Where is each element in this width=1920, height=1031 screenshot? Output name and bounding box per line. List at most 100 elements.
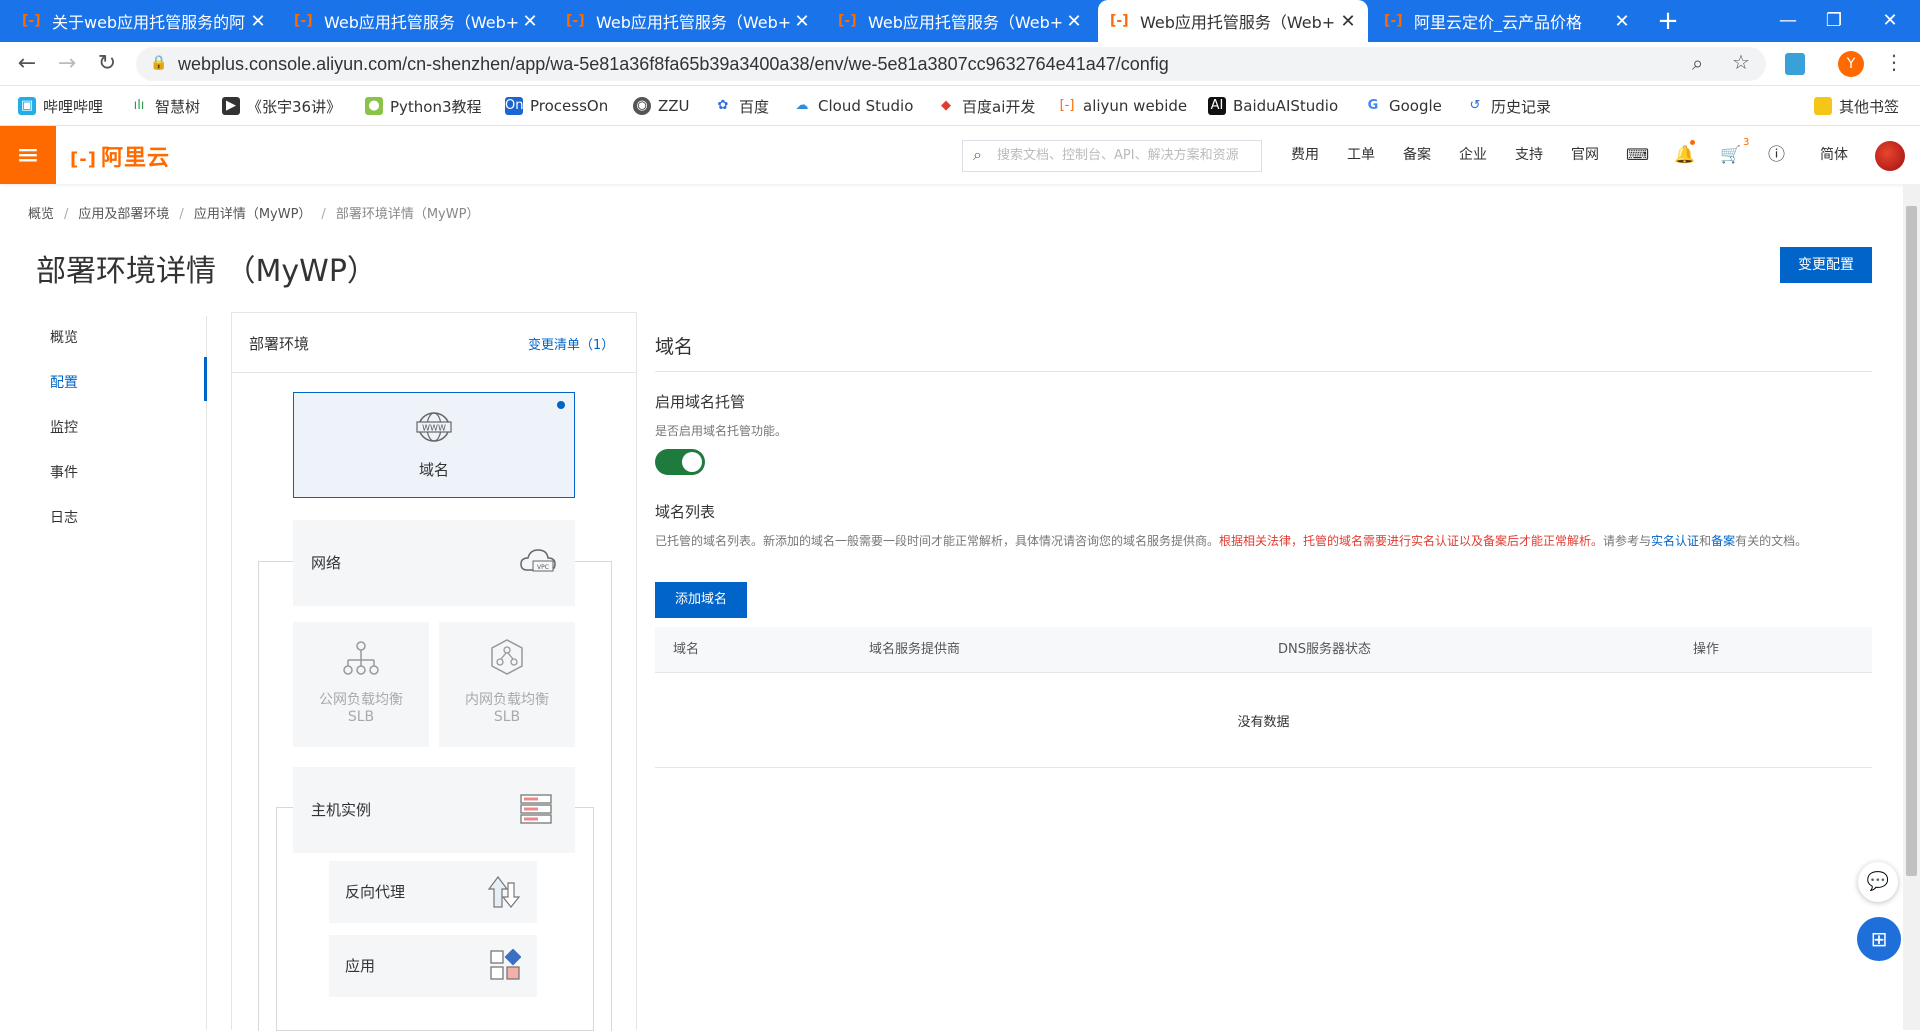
processon-icon: On [505,97,524,115]
proxy-arrows-icon [487,876,521,908]
nav-official-site[interactable]: 官网 [1571,126,1599,184]
browser-tab[interactable]: [-] Web应用托管服务（Web+） ✕ [826,0,1094,42]
restore-icon[interactable]: ❐ [1810,0,1858,42]
change-config-button[interactable]: 变更配置 [1780,247,1872,283]
nav-icp[interactable]: 备案 [1403,126,1431,184]
tab-title: Web应用托管服务（Web+） [596,13,790,32]
bookmark-item[interactable]: [-] aliyun webide [1058,86,1187,126]
back-arrow-icon[interactable]: ← [14,51,40,77]
search-input[interactable]: ⌕ 搜索文档、控制台、API、解决方案和资源 [962,140,1262,172]
domain-section-title: 域名 [655,336,694,358]
menu-item-logs[interactable]: 日志 [50,507,78,527]
menu-item-overview[interactable]: 概览 [50,327,78,347]
private-slb-sub: SLB [493,709,521,725]
apps-grid-icon[interactable]: ⊞ [1857,917,1901,961]
tab-title: 关于web应用托管服务的阿里 [52,13,246,32]
bookmark-item[interactable]: ▶ 《张宇36讲》 [222,86,341,126]
public-slb-card[interactable]: 公网负载均衡 SLB [293,622,429,747]
help-icon[interactable]: ⓘ [1768,126,1785,184]
close-tab-icon[interactable]: ✕ [246,11,270,32]
host-instance-card[interactable]: 主机实例 [293,767,575,853]
breadcrumb-item[interactable]: 应用及部署环境 [78,207,169,222]
zoom-icon[interactable]: ⌕ [1692,51,1703,75]
add-domain-button[interactable]: 添加域名 [655,582,747,618]
profile-avatar[interactable]: Y [1838,51,1864,77]
change-list-link[interactable]: 变更清单（1） [528,334,614,353]
column-dns-status: DNS服务器状态 [1278,642,1371,657]
private-slb-card[interactable]: 内网负载均衡 SLB [439,622,575,747]
bookmark-item[interactable]: ● Python3教程 [365,86,482,126]
bookmark-label: BaiduAIStudio [1233,97,1339,115]
breadcrumb-item[interactable]: 应用详情（MyWP） [194,207,312,222]
bookmark-item[interactable]: ↺ 历史记录 [1466,86,1551,126]
browser-tab[interactable]: [-] 关于web应用托管服务的阿里 ✕ [10,0,278,42]
close-tab-icon[interactable]: ✕ [1062,11,1086,32]
terminal-icon[interactable]: ⌨ [1626,126,1649,184]
aliyun-logo[interactable]: [-] 阿里云 [70,140,170,172]
new-tab-button[interactable]: + [1653,6,1683,36]
browser-tab-bar: [-] 关于web应用托管服务的阿里 ✕ [-] Web应用托管服务（Web+）… [0,0,1920,42]
bookmark-item[interactable]: ◆ 百度ai开发 [937,86,1035,126]
real-name-link[interactable]: 实名认证 [1651,534,1699,548]
bookmark-item[interactable]: ✿ 百度 [714,86,769,126]
domain-hosting-toggle[interactable] [655,449,705,475]
domain-card[interactable]: WWW 域名 [293,392,575,498]
bookmark-item[interactable]: G Google [1364,86,1442,126]
cart-badge: 3 [1743,137,1750,148]
bookmark-item[interactable]: ılı 智慧树 [130,86,200,126]
breadcrumb-separator: / [64,207,69,222]
browser-tab[interactable]: [-] Web应用托管服务（Web+） ✕ [554,0,822,42]
url-field[interactable]: 🔒 webplus.console.aliyun.com/cn-shenzhen… [136,47,1766,81]
bookmark-label: 其他书签 [1839,97,1900,116]
bookmark-star-icon[interactable]: ☆ [1732,50,1750,74]
menu-item-monitor[interactable]: 监控 [50,417,78,437]
feedback-chat-icon[interactable]: 💬 [1858,862,1898,902]
nav-fees[interactable]: 费用 [1291,126,1319,184]
browser-tab[interactable]: [-] Web应用托管服务（Web+） ✕ [282,0,550,42]
reload-icon[interactable]: ↻ [94,51,120,77]
browser-tab[interactable]: [-] 阿里云定价_云产品价格 ✕ [1372,0,1642,42]
public-slb-label: 公网负载均衡 [319,692,403,708]
close-tab-icon[interactable]: ✕ [1610,11,1634,32]
close-tab-icon[interactable]: ✕ [790,11,814,32]
forward-arrow-icon[interactable]: → [54,51,80,77]
nav-enterprise[interactable]: 企业 [1459,126,1487,184]
server-icon [520,794,552,824]
bookmark-label: aliyun webide [1083,97,1188,115]
breadcrumb-item[interactable]: 概览 [28,207,54,222]
bookmark-item[interactable]: ☁ Cloud Studio [793,86,913,126]
icp-link[interactable]: 备案 [1711,534,1735,548]
minimize-icon[interactable]: — [1764,0,1812,42]
env-panel-header: 部署环境 变更清单（1） [232,313,636,373]
hamburger-menu-icon[interactable]: ≡ [0,126,56,184]
bell-icon[interactable]: 🔔 [1674,126,1695,184]
bookmark-item[interactable]: ◉ ZZU [633,86,690,126]
application-card[interactable]: 应用 [329,935,537,997]
cart-icon[interactable]: 🛒 [1720,126,1741,184]
menu-item-events[interactable]: 事件 [50,462,78,482]
language-switch[interactable]: 简体 [1820,126,1848,184]
aliyun-favicon-icon: [-] [294,13,313,29]
bookmark-item[interactable]: ▣ 哔哩哔哩 [18,86,103,126]
user-avatar[interactable] [1875,141,1905,171]
bookmark-item[interactable]: AI BaiduAIStudio [1208,86,1338,126]
nav-support[interactable]: 支持 [1515,126,1543,184]
bookmark-label: Google [1389,97,1442,115]
bookmark-item[interactable]: On ProcessOn [505,86,608,126]
scrollbar-thumb[interactable] [1906,206,1917,876]
www-icon-text: WWW [422,424,446,433]
browser-tab-active[interactable]: [-] Web应用托管服务（Web+） ✕ [1098,0,1368,42]
left-menu: 概览 配置 监控 事件 日志 [0,316,207,1030]
other-bookmarks[interactable]: 其他书签 [1814,86,1899,126]
nav-tickets[interactable]: 工单 [1347,126,1375,184]
close-tab-icon[interactable]: ✕ [518,11,542,32]
browser-menu-icon[interactable]: ⋮ [1884,50,1904,74]
reverse-proxy-card[interactable]: 反向代理 [329,861,537,923]
menu-item-config[interactable]: 配置 [50,372,78,392]
tab-title: Web应用托管服务（Web+） [868,13,1062,32]
notification-dot [1690,140,1695,145]
close-tab-icon[interactable]: ✕ [1336,11,1360,32]
close-window-icon[interactable]: ✕ [1866,0,1914,42]
extension-icon[interactable] [1785,53,1805,75]
network-card[interactable]: 网络 VPC [293,520,575,606]
